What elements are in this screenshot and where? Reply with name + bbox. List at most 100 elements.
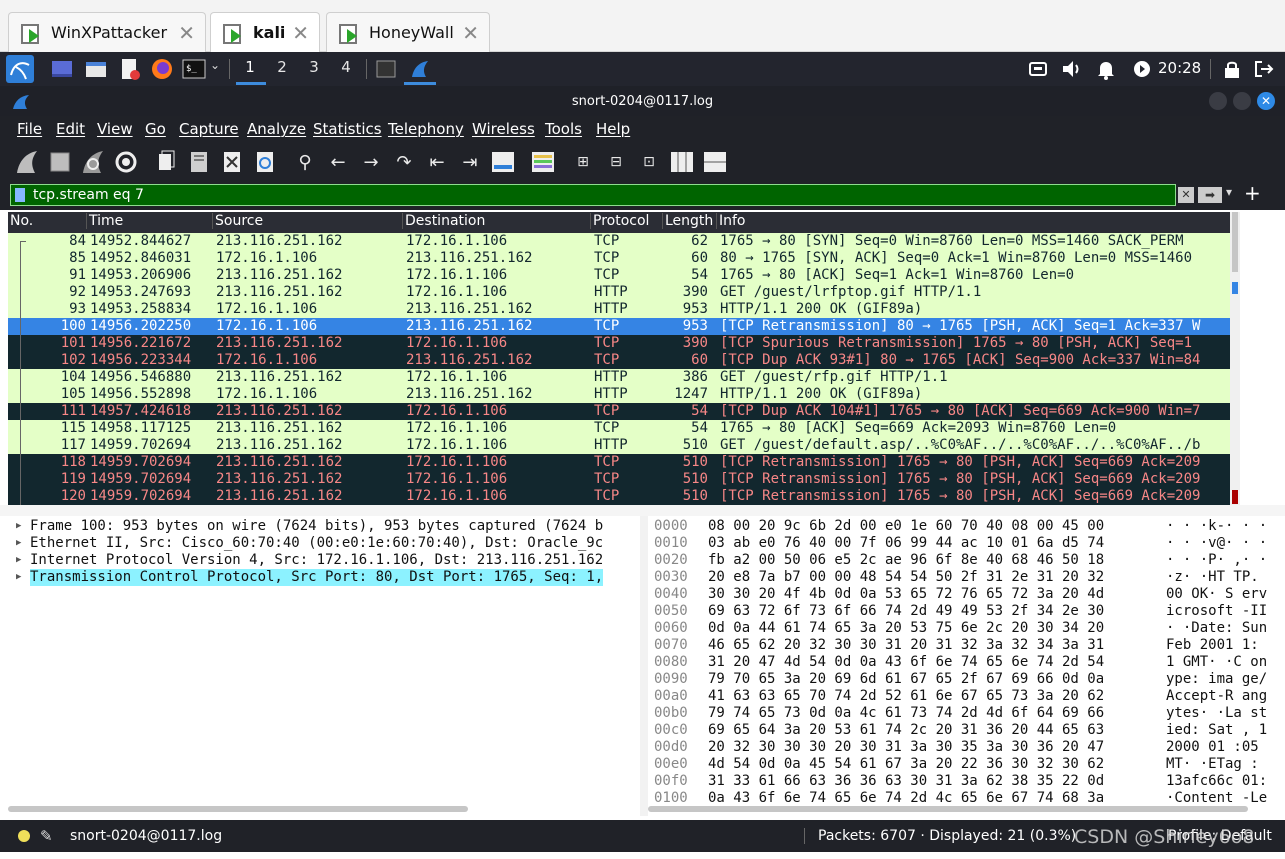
menu-view[interactable]: View [97,120,133,138]
go-forward-icon[interactable]: → [358,149,384,175]
zoom-in-icon[interactable]: ⊞ [570,149,596,175]
expand-arrow-icon[interactable]: ▶ [16,518,21,535]
colorize-icon[interactable] [530,149,556,175]
col-header-info[interactable]: Info [716,213,746,229]
detail-tree-item[interactable]: ▶ Frame 100: 953 bytes on wire (7624 bits… [8,518,640,535]
find-packet-icon[interactable]: ⚲ [292,149,318,175]
menu-edit[interactable]: Edit [56,120,85,138]
packet-row[interactable]: 111 14957.424618 213.116.251.162 172.16.1.1… [8,403,1230,420]
network-icon[interactable] [1026,57,1050,81]
packet-row[interactable]: 117 14959.702694 213.116.251.162 172.16.1.1… [8,437,1230,454]
packet-row[interactable]: 105 14956.552898 172.16.1.106 213.116.251.1… [8,386,1230,403]
workspace-4[interactable]: 4 [332,58,360,76]
menu-telephony[interactable]: Telephony [388,120,464,138]
bytes-hscrollbar[interactable] [648,806,1248,812]
close-window-button[interactable]: ✕ [1257,92,1275,110]
zoom-out-icon[interactable]: ⊟ [603,149,629,175]
auto-scroll-icon[interactable] [490,149,516,175]
packet-row[interactable]: 104 14956.546880 213.116.251.162 172.16.1.1… [8,369,1230,386]
pane-splitter[interactable] [0,505,1285,516]
expert-info-icon[interactable] [18,830,30,842]
capture-comment-icon[interactable]: ✎ [40,827,53,845]
bookmark-icon[interactable] [15,188,25,202]
packet-row[interactable]: 84 14952.844627 213.116.251.162 172.16.1.10… [8,233,1230,250]
close-icon[interactable]: ✕ [462,21,479,45]
firefox-icon[interactable] [150,57,174,81]
window-titlebar[interactable]: snort-0204@0117.log ✕ [0,86,1285,116]
details-hscrollbar[interactable] [8,806,468,812]
desktop-icon[interactable] [50,57,74,81]
workspace-3[interactable]: 3 [300,58,328,76]
detail-tree-item[interactable]: ▶ Transmission Control Protocol, Src Port… [8,569,640,586]
text-editor-icon[interactable] [118,57,142,81]
kali-menu-icon[interactable] [6,55,34,83]
chevron-down-icon[interactable]: ⌄ [210,58,220,72]
resize-columns-icon[interactable] [669,149,695,175]
close-file-icon[interactable] [219,149,245,175]
terminal-icon[interactable]: $_ [182,57,206,81]
vm-tab-kali[interactable]: kali ✕ [210,12,320,52]
go-to-packet-icon[interactable]: ↷ [391,149,417,175]
packet-row[interactable]: 91 14953.206906 213.116.251.162 172.16.1.10… [8,267,1230,284]
window-terminal-icon[interactable] [374,57,398,81]
packet-row[interactable]: 119 14959.702694 213.116.251.162 172.16.1.1… [8,471,1230,488]
menu-wireless[interactable]: Wireless [472,120,535,138]
file-manager-icon[interactable] [84,57,108,81]
add-filter-button[interactable]: + [1244,181,1261,205]
menu-statistics[interactable]: Statistics [313,120,382,138]
normal-size-icon[interactable]: ⊡ [636,149,662,175]
minimize-button[interactable] [1209,92,1227,110]
expand-arrow-icon[interactable]: ▶ [16,569,21,586]
go-last-packet-icon[interactable]: ⇥ [457,149,483,175]
go-back-icon[interactable]: ← [325,149,351,175]
apply-filter-arrow-icon[interactable]: ➡ [1198,187,1222,203]
packet-row[interactable]: 102 14956.223344 172.16.1.106 213.116.251.1… [8,352,1230,369]
notification-bell-icon[interactable] [1094,57,1118,81]
workspace-2[interactable]: 2 [268,58,296,76]
packet-row[interactable]: 118 14959.702694 213.116.251.162 172.16.1.1… [8,454,1230,471]
close-icon[interactable]: ✕ [292,21,309,45]
expand-arrow-icon[interactable]: ▶ [16,552,21,569]
packet-row[interactable]: 93 14953.258834 172.16.1.106 213.116.251.16… [8,301,1230,318]
save-file-icon[interactable] [186,149,212,175]
packet-row[interactable]: 100 14956.202250 172.16.1.106 213.116.251.1… [8,318,1230,335]
vertical-splitter[interactable] [640,516,648,816]
col-header-protocol[interactable]: Protocol [590,213,649,229]
stop-capture-icon[interactable] [47,149,73,175]
window-wireshark-icon[interactable] [408,57,432,81]
clear-filter-icon[interactable]: ✕ [1178,187,1194,203]
menu-tools[interactable]: Tools [545,120,582,138]
menu-go[interactable]: Go [145,120,166,138]
col-header-destination[interactable]: Destination [402,213,485,229]
packet-row[interactable]: 115 14958.117125 213.116.251.162 172.16.1.1… [8,420,1230,437]
reload-file-icon[interactable] [252,149,278,175]
start-capture-icon[interactable] [14,149,40,175]
clock[interactable]: 20:28 [1158,59,1201,77]
detail-tree-item[interactable]: ▶ Internet Protocol Version 4, Src: 172.1… [8,552,640,569]
detail-tree-item[interactable]: ▶ Ethernet II, Src: Cisco_60:70:40 (00:e0… [8,535,640,552]
vm-tab-honeywall[interactable]: HoneyWall ✕ [326,12,490,52]
column-numbers-icon[interactable] [702,149,728,175]
col-header-length[interactable]: Length [662,213,713,229]
volume-icon[interactable] [1060,57,1084,81]
packet-row[interactable]: 92 14953.247693 213.116.251.162 172.16.1.10… [8,284,1230,301]
packet-row[interactable]: 101 14956.221672 213.116.251.162 172.16.1.1… [8,335,1230,352]
logout-icon[interactable] [1252,57,1276,81]
display-filter-input[interactable]: tcp.stream eq 7 [10,184,1176,206]
workspace-1[interactable]: 1 [236,58,264,76]
close-icon[interactable]: ✕ [178,21,195,45]
power-manager-icon[interactable] [1130,57,1154,81]
capture-options-gear-icon[interactable] [113,149,139,175]
restart-capture-icon[interactable] [80,149,106,175]
filter-history-dropdown-icon[interactable]: ▾ [1226,185,1232,199]
col-header-time[interactable]: Time [86,213,123,229]
col-header-source[interactable]: Source [212,213,263,229]
expand-arrow-icon[interactable]: ▶ [16,535,21,552]
packet-row[interactable]: 120 14959.702694 213.116.251.162 172.16.1.1… [8,488,1230,505]
packet-row[interactable]: 85 14952.846031 172.16.1.106 213.116.251.16… [8,250,1230,267]
scrollbar-thumb[interactable] [1232,212,1238,272]
packet-list-scrollbar[interactable] [1230,212,1240,505]
go-first-packet-icon[interactable]: ⇤ [424,149,450,175]
menu-analyze[interactable]: Analyze [247,120,306,138]
menu-capture[interactable]: Capture [179,120,239,138]
